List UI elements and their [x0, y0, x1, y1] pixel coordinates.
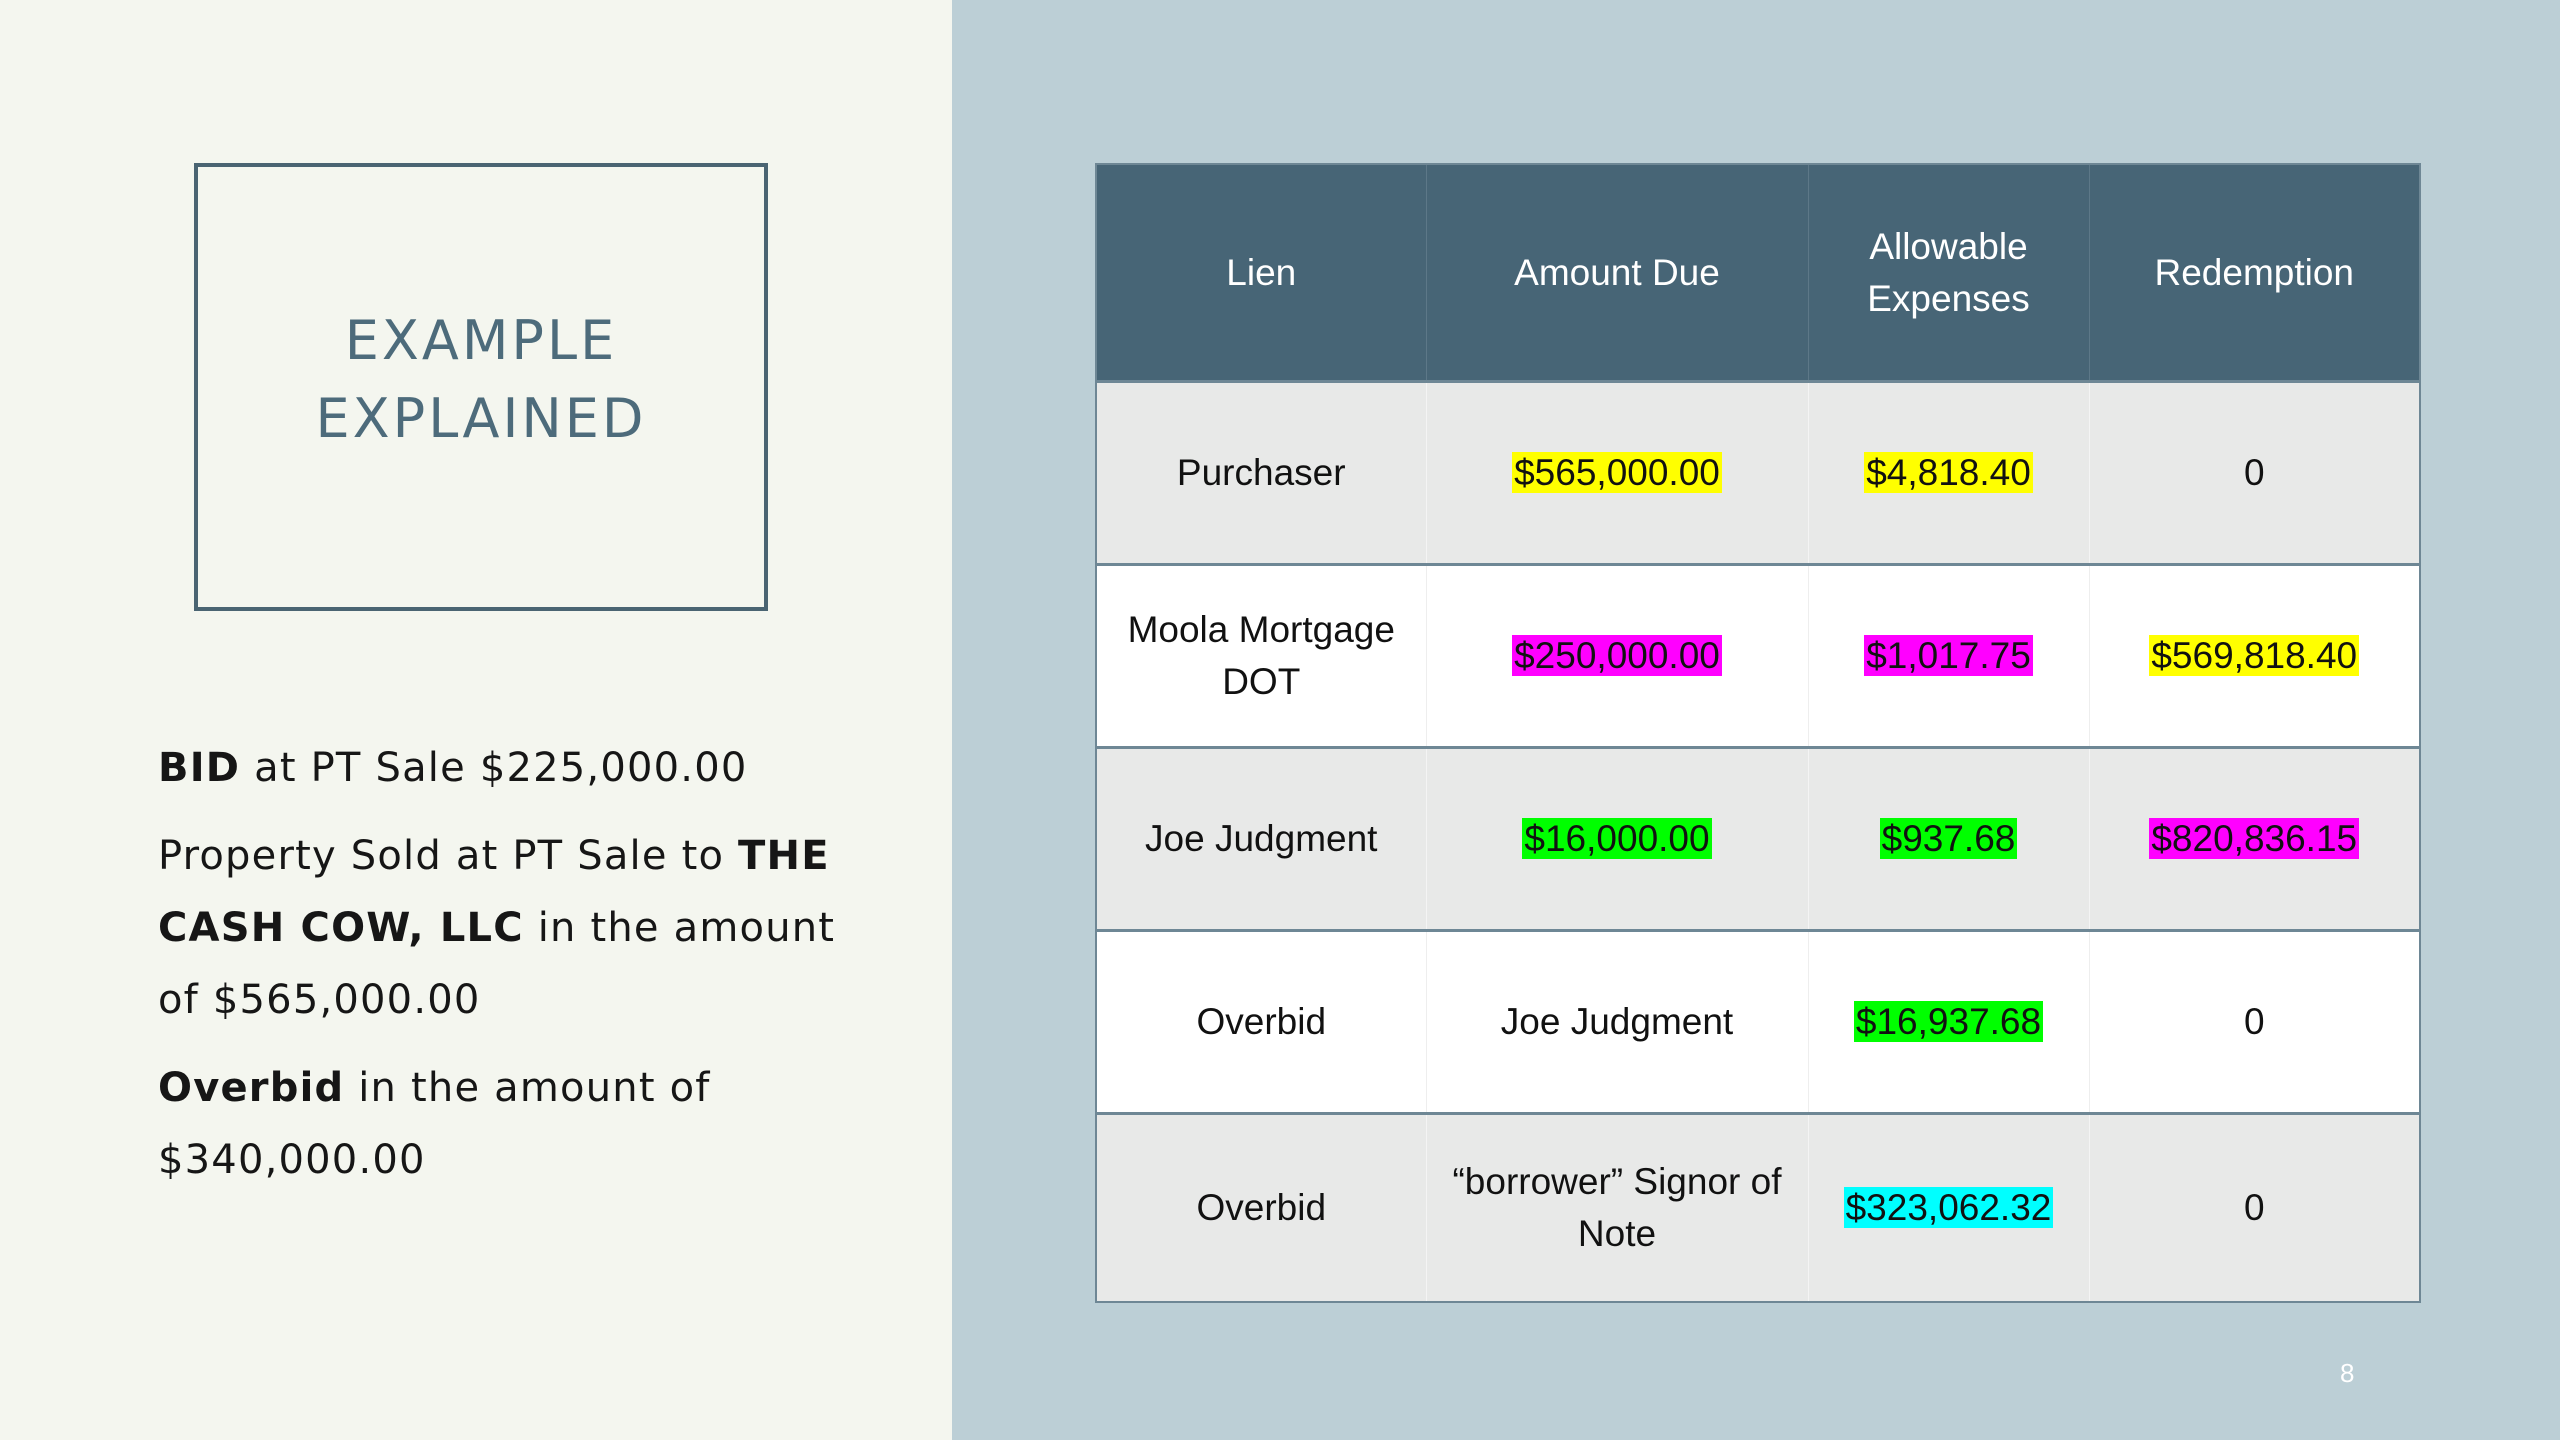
table-header-row: Lien Amount Due Allowable Expenses Redem… — [1096, 164, 2420, 382]
cell-redemption: 0 — [2088, 381, 2420, 565]
highlight-yellow: $569,818.40 — [2149, 635, 2360, 676]
cell-allowable-expenses: $16,937.68 — [1807, 930, 2089, 1114]
cell-lien: Purchaser — [1096, 381, 1426, 565]
table-row: Moola Mortgage DOT $250,000.00 $1,017.75… — [1096, 564, 2420, 748]
body-text: BID at PT Sale $225,000.00 Property Sold… — [158, 732, 858, 1212]
cell-allowable-expenses: $4,818.40 — [1807, 381, 2089, 565]
cell-amount-due: “borrower” Signor of Note — [1425, 1113, 1808, 1302]
sold-paragraph: Property Sold at PT Sale to THE CASH COW… — [158, 820, 858, 1036]
sold-text-pre: Property Sold at PT Sale to — [158, 833, 739, 879]
header-allowable-expenses: Allowable Expenses — [1807, 164, 2089, 382]
table-row: Overbid Joe Judgment $16,937.68 0 — [1096, 930, 2420, 1114]
cell-lien: Overbid — [1096, 930, 1426, 1114]
highlight-magenta: $250,000.00 — [1512, 635, 1722, 676]
cell-amount-due: $250,000.00 — [1425, 564, 1808, 748]
page-number: 8 — [2340, 1358, 2355, 1388]
overbid-label: Overbid — [158, 1065, 345, 1111]
header-lien: Lien — [1096, 164, 1426, 382]
title-line-2: EXPLAINED — [315, 387, 647, 450]
highlight-yellow: $4,818.40 — [1864, 452, 2033, 493]
highlight-cyan: $323,062.32 — [1843, 1187, 2054, 1228]
cell-allowable-expenses: $323,062.32 — [1807, 1113, 2089, 1302]
highlight-green: $16,000.00 — [1522, 818, 1712, 859]
cell-allowable-expenses: $1,017.75 — [1807, 564, 2089, 748]
cell-redemption: 0 — [2088, 930, 2420, 1114]
header-redemption: Redemption — [2088, 164, 2420, 382]
table-row: Overbid “borrower” Signor of Note $323,0… — [1096, 1113, 2420, 1302]
bid-text: at PT Sale $225,000.00 — [240, 745, 748, 791]
cell-amount-due: $565,000.00 — [1425, 381, 1808, 565]
table-row: Joe Judgment $16,000.00 $937.68 $820,836… — [1096, 747, 2420, 931]
title-box: EXAMPLE EXPLAINED — [194, 163, 768, 611]
cell-amount-due: Joe Judgment — [1425, 930, 1808, 1114]
cell-redemption: 0 — [2088, 1113, 2420, 1302]
cell-lien: Joe Judgment — [1096, 747, 1426, 931]
highlight-yellow: $565,000.00 — [1512, 452, 1722, 493]
cell-amount-due: $16,000.00 — [1425, 747, 1808, 931]
highlight-green: $16,937.68 — [1853, 1001, 2044, 1042]
table-row: Purchaser $565,000.00 $4,818.40 0 — [1096, 381, 2420, 565]
highlight-magenta: $820,836.15 — [2149, 818, 2360, 859]
header-amount-due: Amount Due — [1425, 164, 1808, 382]
cell-lien: Moola Mortgage DOT — [1096, 564, 1426, 748]
cell-allowable-expenses: $937.68 — [1807, 747, 2089, 931]
cell-redemption: $820,836.15 — [2088, 747, 2420, 931]
highlight-green: $937.68 — [1879, 818, 2018, 859]
bid-paragraph: BID at PT Sale $225,000.00 — [158, 732, 858, 804]
overbid-paragraph: Overbid in the amount of $340,000.00 — [158, 1052, 858, 1196]
lien-table: Lien Amount Due Allowable Expenses Redem… — [1095, 163, 2421, 1303]
slide-title: EXAMPLE EXPLAINED — [316, 302, 647, 458]
title-line-1: EXAMPLE — [344, 309, 618, 372]
cell-redemption: $569,818.40 — [2088, 564, 2420, 748]
cell-lien: Overbid — [1096, 1113, 1426, 1302]
highlight-magenta: $1,017.75 — [1864, 635, 2033, 676]
bid-label: BID — [158, 745, 241, 791]
